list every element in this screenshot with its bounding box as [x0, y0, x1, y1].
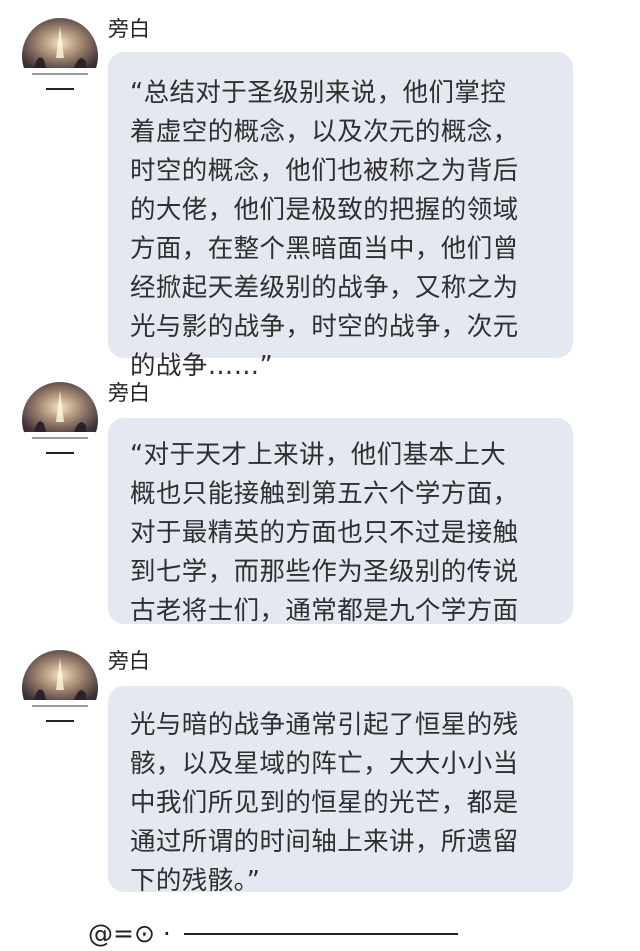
footer: @=⊙ · — [88, 918, 488, 950]
footer-divider — [184, 933, 458, 935]
avatar[interactable] — [22, 650, 98, 726]
sender-name: 旁白 — [108, 17, 150, 41]
message-bubble[interactable]: 光与暗的战争通常引起了恒星的残 骸，以及星域的阵亡，大大小小当 中我们所见到的恒… — [108, 686, 573, 896]
avatar[interactable] — [22, 18, 98, 94]
avatar-image — [22, 18, 98, 94]
message-bubble[interactable]: “总结对于圣级别来说，他们掌控 着虚空的概念，以及次元的概念， 时空的概念，他们… — [108, 52, 573, 381]
avatar[interactable] — [22, 382, 98, 458]
avatar-image — [22, 382, 98, 458]
footer-emoticon: @=⊙ · — [88, 919, 171, 948]
avatar-image — [22, 650, 98, 726]
sender-name: 旁白 — [108, 649, 150, 673]
sender-name: 旁白 — [108, 381, 150, 405]
message-bubble[interactable]: “对于天才上来讲，他们基本上大 概也只能接触到第五六个学方面， 对于最精英的方面… — [108, 418, 573, 626]
